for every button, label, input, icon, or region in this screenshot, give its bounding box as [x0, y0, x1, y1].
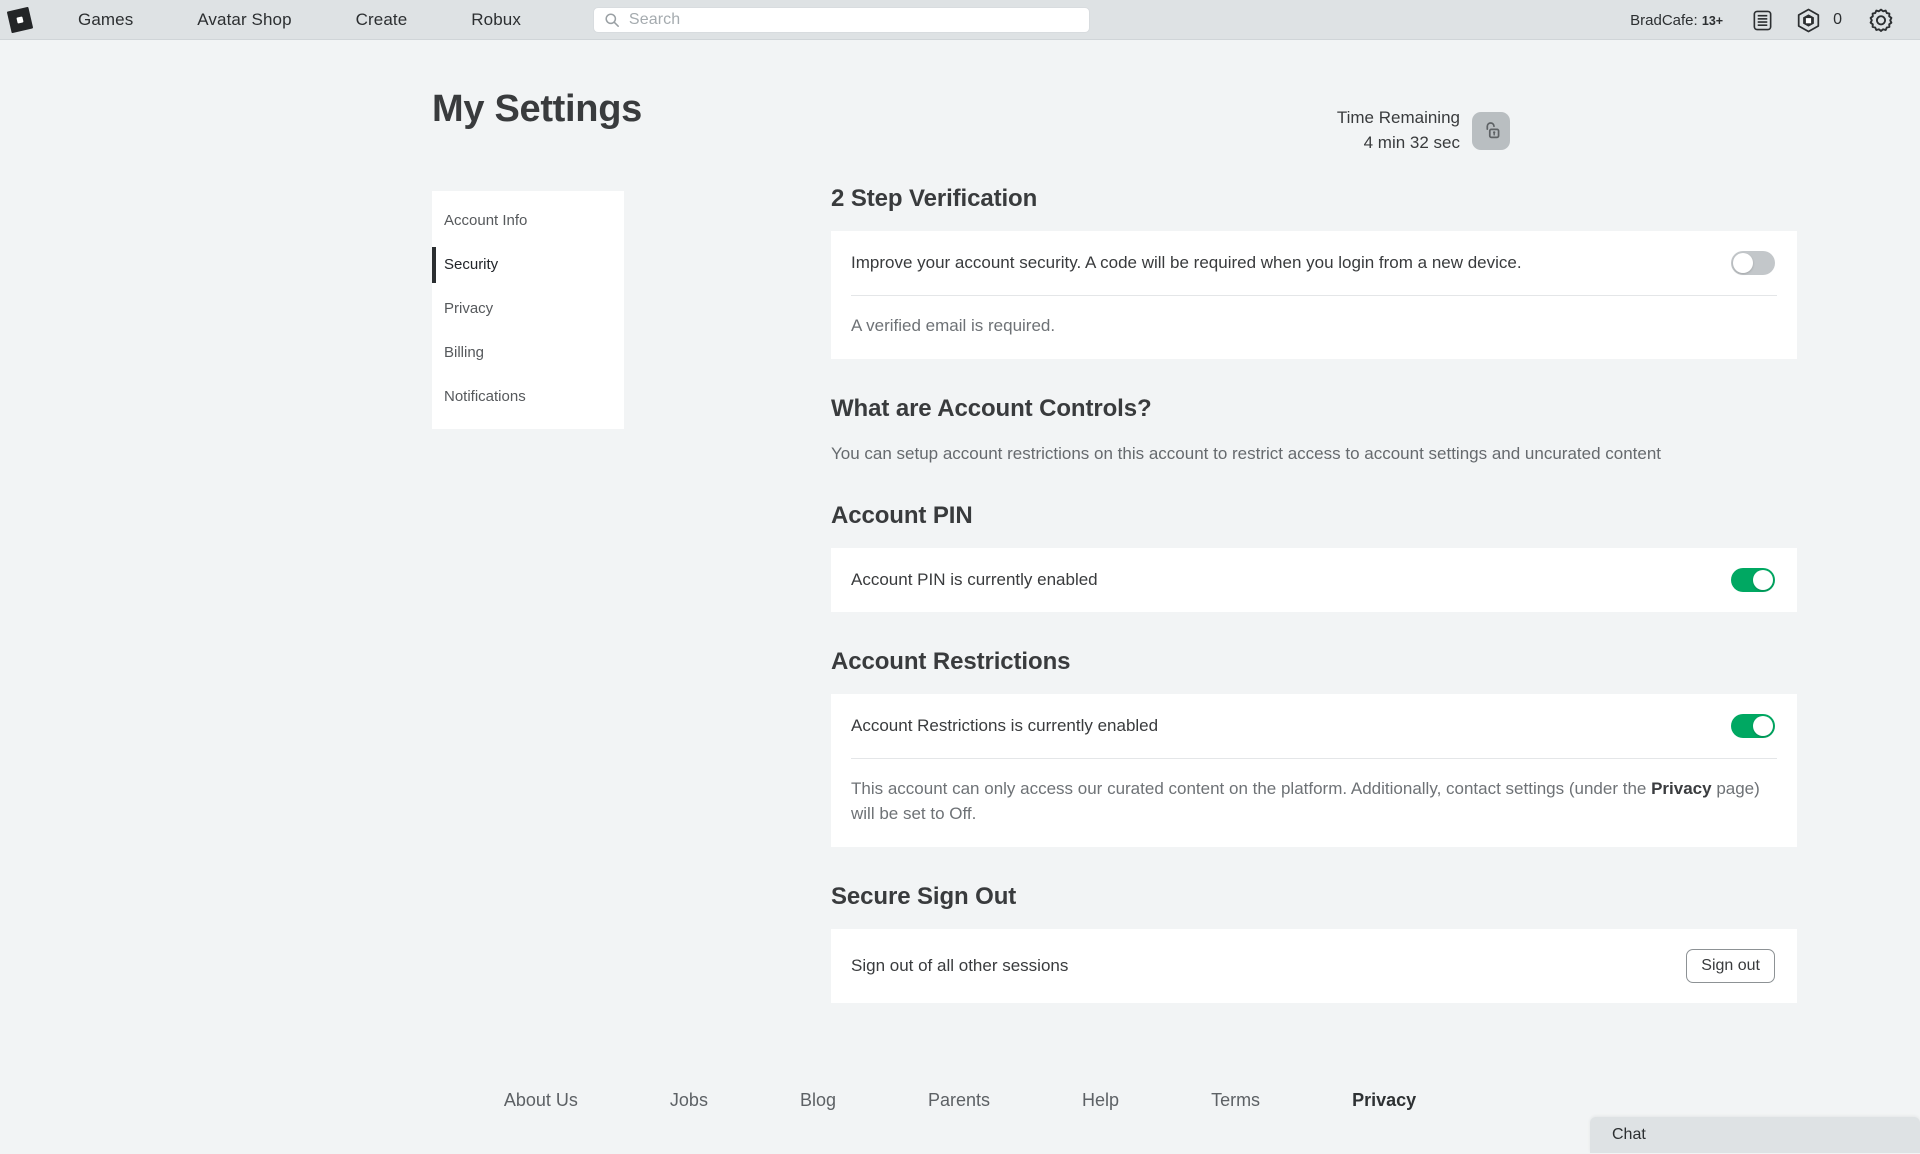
chat-label: Chat [1612, 1126, 1646, 1143]
account-restrictions-status: Account Restrictions is currently enable… [851, 716, 1159, 736]
footer-link-help[interactable]: Help [1082, 1090, 1119, 1111]
settings-page: My Settings Time Remaining 4 min 32 sec … [0, 40, 1920, 1153]
footer-link-about-us[interactable]: About Us [504, 1090, 578, 1111]
toggle-knob [1753, 570, 1773, 591]
time-remaining-text: Time Remaining 4 min 32 sec [1337, 106, 1460, 155]
two-step-verification-title: 2 Step Verification [831, 185, 1038, 213]
chat-bar[interactable]: Chat [1590, 1117, 1920, 1153]
robux-balance[interactable]: 0 [1833, 11, 1842, 29]
sidebar-item-security[interactable]: Security [432, 243, 624, 287]
header-right-cluster: BradCafe: 13+ 0 [1630, 0, 1910, 40]
search-container: Search [592, 6, 1090, 33]
account-pin-toggle[interactable] [1731, 568, 1775, 593]
footer-link-terms[interactable]: Terms [1211, 1090, 1260, 1111]
footer-link-parents[interactable]: Parents [928, 1090, 990, 1111]
nav-item-games[interactable]: Games [78, 10, 133, 30]
account-restrictions-card: Account Restrictions is currently enable… [831, 694, 1797, 847]
search-placeholder: Search [628, 10, 681, 28]
search-input[interactable]: Search [592, 6, 1090, 33]
username-label[interactable]: BradCafe: 13+ [1630, 12, 1723, 29]
roblox-logo-icon[interactable] [0, 0, 40, 40]
note-privacy-link: Privacy [1651, 779, 1712, 799]
robux-hexagon-icon[interactable] [1791, 3, 1825, 37]
account-restrictions-title: Account Restrictions [831, 648, 1071, 676]
sidebar-item-account-info[interactable]: Account Info [432, 199, 624, 243]
gear-icon[interactable] [1864, 3, 1898, 37]
toggle-knob [1733, 253, 1753, 274]
sidebar-item-notifications[interactable]: Notifications [432, 375, 624, 419]
unlock-icon [1485, 122, 1499, 139]
time-remaining-value: 4 min 32 sec [1363, 132, 1460, 152]
account-restrictions-toggle[interactable] [1731, 714, 1775, 739]
account-restrictions-note: This account can only access our curated… [831, 759, 1797, 846]
nav-item-avatar-shop[interactable]: Avatar Shop [197, 10, 291, 30]
list-menu-icon[interactable] [1745, 3, 1779, 37]
account-restrictions-row: Account Restrictions is currently enable… [831, 694, 1797, 758]
two-step-verification-row: Improve your account security. A code wi… [831, 231, 1797, 295]
secure-sign-out-description: Sign out of all other sessions [851, 955, 1069, 975]
search-icon [604, 12, 620, 28]
username-text: BradCafe: [1630, 11, 1698, 29]
note-part-1: This account can only access our curated… [851, 779, 1652, 799]
unlock-button[interactable] [1472, 111, 1510, 150]
two-step-verification-description: Improve your account security. A code wi… [851, 253, 1522, 273]
secure-sign-out-card: Sign out of all other sessions Sign out [831, 928, 1797, 1003]
toggle-knob [1753, 716, 1773, 737]
two-step-verification-toggle[interactable] [1731, 251, 1775, 276]
settings-content: Account Info Security Privacy Billing No… [370, 185, 1797, 1003]
settings-main-panel: 2 Step Verification Improve your account… [624, 185, 1797, 1003]
footer-link-jobs[interactable]: Jobs [670, 1090, 708, 1111]
top-navigation-bar: Games Avatar Shop Create Robux Search Br… [0, 0, 1920, 40]
sign-out-button[interactable]: Sign out [1686, 948, 1775, 983]
page-title: My Settings [432, 88, 642, 130]
footer-links: About Us Jobs Blog Parents Help Terms Pr… [0, 1090, 1920, 1111]
roblox-logo-mark [6, 6, 34, 33]
page-header: My Settings Time Remaining 4 min 32 sec [370, 40, 1550, 155]
account-controls-description: You can setup account restrictions on th… [831, 444, 1662, 464]
two-step-verification-card: Improve your account security. A code wi… [831, 231, 1797, 360]
primary-nav: Games Avatar Shop Create Robux [40, 10, 585, 30]
secure-sign-out-title: Secure Sign Out [831, 882, 1017, 910]
time-remaining-label: Time Remaining [1336, 108, 1460, 127]
secure-sign-out-row: Sign out of all other sessions Sign out [831, 929, 1797, 1003]
footer-link-privacy[interactable]: Privacy [1352, 1090, 1416, 1111]
account-controls-title: What are Account Controls? [831, 395, 1152, 423]
two-step-verification-note: A verified email is required. [851, 316, 1056, 336]
nav-item-create[interactable]: Create [356, 10, 408, 30]
account-pin-card: Account PIN is currently enabled [831, 548, 1797, 613]
sidebar-item-billing[interactable]: Billing [432, 331, 624, 375]
account-pin-status: Account PIN is currently enabled [851, 570, 1098, 590]
account-pin-title: Account PIN [831, 502, 973, 530]
nav-item-robux[interactable]: Robux [471, 10, 521, 30]
age-badge: 13+ [1701, 13, 1724, 28]
footer-link-blog[interactable]: Blog [800, 1090, 836, 1111]
sidebar-item-privacy[interactable]: Privacy [432, 287, 624, 331]
settings-sidebar: Account Info Security Privacy Billing No… [432, 191, 624, 430]
time-remaining-block: Time Remaining 4 min 32 sec [1337, 88, 1550, 155]
account-pin-row: Account PIN is currently enabled [831, 548, 1797, 612]
